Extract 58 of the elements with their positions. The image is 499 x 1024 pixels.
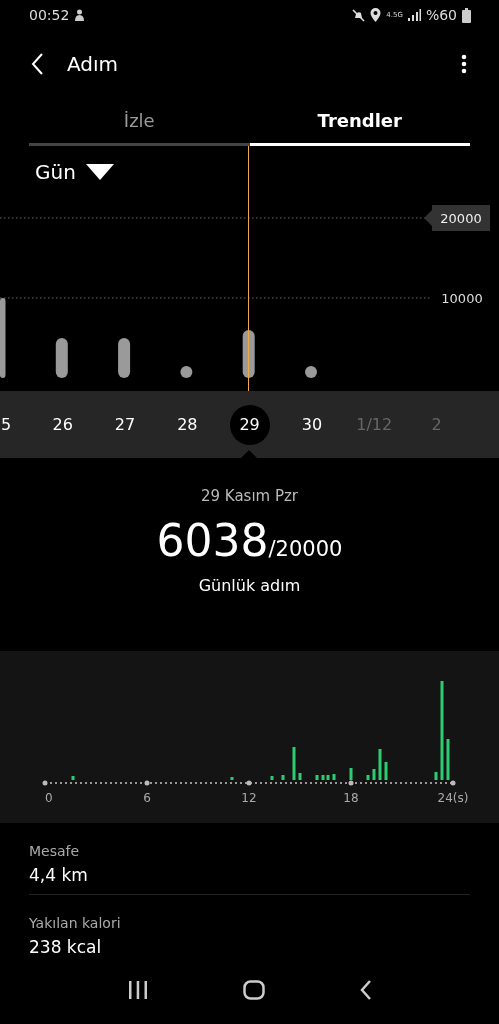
step-goal: /20000 — [268, 537, 343, 561]
axis-label: 10000 — [441, 291, 483, 306]
mute-icon — [352, 8, 366, 22]
date-item[interactable]: 27 — [93, 404, 157, 445]
notification-icon — [74, 8, 86, 22]
date-item[interactable]: 26 — [31, 404, 94, 445]
bar — [349, 768, 353, 780]
bar — [180, 366, 193, 378]
bar — [55, 338, 68, 378]
bar — [315, 775, 319, 780]
bar — [332, 774, 336, 780]
tab[interactable]: Trendler — [249, 98, 470, 146]
battery-percent: %60 — [425, 7, 457, 23]
bar — [378, 749, 382, 780]
date-item[interactable]: 29 — [229, 404, 270, 445]
date-item[interactable]: 5 — [0, 404, 32, 445]
axis-label: 18 — [343, 791, 359, 805]
bar — [384, 762, 388, 780]
axis-label: 6 — [143, 791, 151, 805]
tab[interactable]: İzle — [29, 98, 250, 146]
battery-icon — [462, 7, 471, 23]
dropdown-icon — [85, 164, 114, 180]
bar — [71, 776, 75, 780]
bar — [446, 739, 450, 780]
stat-value: 238 kcal — [29, 937, 103, 957]
bar — [298, 773, 302, 780]
bar — [305, 366, 317, 378]
more-options-icon[interactable] — [461, 54, 467, 74]
period-dropdown[interactable]: Gün — [35, 160, 114, 184]
bar — [281, 775, 285, 780]
location-icon — [370, 8, 382, 22]
signal-icon — [407, 9, 421, 21]
stat-label: Yakılan kalori — [29, 915, 122, 931]
step-count: 6038 — [156, 515, 269, 566]
page-title: Adım — [67, 52, 119, 76]
recent-apps-icon[interactable] — [127, 980, 148, 1000]
back-icon[interactable] — [359, 980, 372, 1000]
date-item[interactable]: 30 — [280, 404, 344, 445]
bar — [434, 772, 438, 780]
bar — [366, 775, 370, 780]
axis-label: 0 — [45, 791, 53, 805]
stat-label: Mesafe — [29, 843, 81, 859]
bar — [230, 777, 234, 780]
axis-label: 24(s) — [437, 791, 469, 805]
bar — [372, 769, 376, 780]
y-tick-label: 20000 — [440, 211, 482, 226]
step-caption: Günlük adım — [198, 576, 301, 595]
stat-value: 4,4 km — [29, 865, 89, 885]
bar — [292, 747, 296, 780]
bar — [118, 338, 131, 378]
goal-label: 20000 — [424, 205, 490, 231]
bar — [270, 776, 274, 780]
summary-date: 29 Kasım Pzr — [200, 487, 299, 505]
pointer-icon — [240, 450, 257, 458]
home-icon[interactable] — [242, 980, 265, 1000]
axis-label: 12 — [241, 791, 257, 805]
date-item[interactable]: 28 — [156, 404, 219, 445]
status-time: 00:52 — [29, 7, 70, 23]
